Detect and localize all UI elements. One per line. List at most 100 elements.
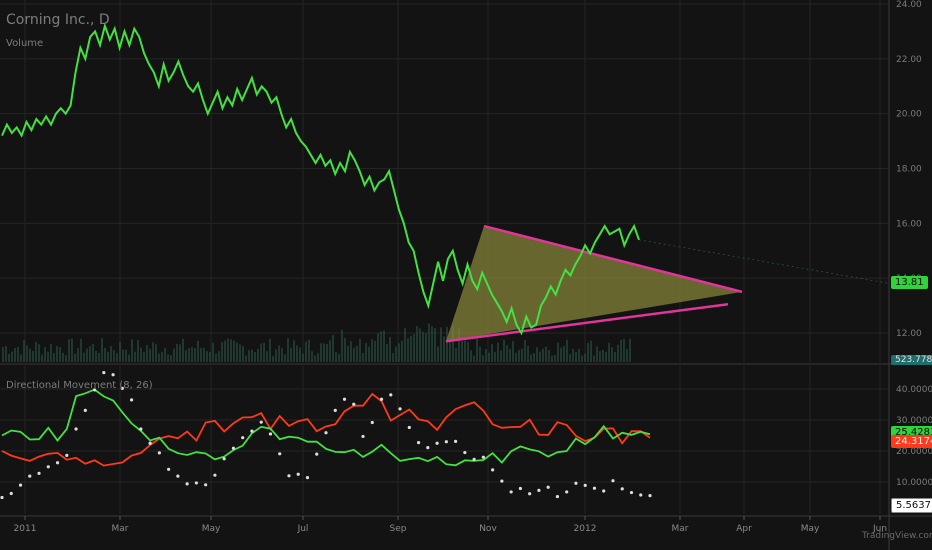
adx-point bbox=[379, 397, 384, 401]
volume-bar bbox=[116, 353, 118, 362]
volume-badge: 523.778K bbox=[891, 355, 932, 365]
adx-point bbox=[259, 420, 263, 424]
volume-bar bbox=[131, 339, 133, 362]
adx-point bbox=[555, 494, 560, 499]
volume-bar bbox=[317, 353, 319, 362]
volume-bar bbox=[521, 348, 523, 362]
volume-bar bbox=[542, 348, 544, 362]
adx-point bbox=[28, 474, 32, 478]
volume-bar bbox=[347, 346, 349, 362]
volume-bar bbox=[59, 347, 61, 362]
volume-bar bbox=[548, 350, 550, 362]
y-tick-label-main: 12.00 bbox=[896, 329, 922, 339]
adx-point bbox=[315, 452, 319, 456]
volume-bar bbox=[599, 350, 601, 362]
adx-point bbox=[611, 479, 615, 483]
volume-bar bbox=[257, 348, 259, 362]
volume-bar bbox=[170, 355, 172, 362]
adx-point bbox=[509, 490, 513, 494]
volume-bar bbox=[227, 338, 229, 362]
volume-bar bbox=[86, 348, 88, 362]
volume-bar bbox=[41, 354, 43, 362]
y-tick-label-main: 18.00 bbox=[896, 165, 922, 175]
volume-bar bbox=[185, 350, 187, 362]
volume-bar bbox=[56, 345, 58, 362]
volume-bar bbox=[260, 343, 262, 362]
adx-point bbox=[546, 485, 550, 489]
y-tick-label-main: 20.00 bbox=[896, 110, 922, 120]
volume-bar bbox=[17, 346, 19, 362]
volume-bar bbox=[74, 353, 76, 362]
volume-bar bbox=[530, 354, 532, 362]
volume-bar bbox=[461, 341, 463, 362]
volume-bar bbox=[518, 349, 520, 362]
y-tick-label-main: 22.00 bbox=[896, 55, 922, 65]
volume-bar bbox=[557, 342, 559, 362]
volume-bar bbox=[245, 355, 247, 362]
adx-point bbox=[46, 465, 50, 469]
volume-bar bbox=[527, 345, 529, 362]
volume-bar bbox=[590, 340, 592, 362]
volume-bar bbox=[251, 349, 253, 362]
volume-bar bbox=[38, 344, 40, 362]
y-tick-label-ind: 30.0000 bbox=[896, 416, 932, 426]
adx-point bbox=[222, 457, 226, 461]
adx-point bbox=[278, 452, 282, 456]
y-tick-label-main: 16.00 bbox=[896, 219, 922, 229]
adx-point bbox=[102, 370, 106, 375]
volume-bar bbox=[356, 345, 358, 362]
x-tick-label: Nov bbox=[479, 524, 497, 534]
volume-bar bbox=[398, 343, 400, 362]
adx-point bbox=[620, 487, 624, 491]
adx-point bbox=[324, 431, 328, 435]
volume-bar bbox=[323, 343, 325, 362]
adx-point bbox=[18, 483, 23, 487]
volume-bar bbox=[563, 346, 565, 362]
volume-bar bbox=[158, 353, 160, 362]
volume-bar bbox=[293, 340, 295, 362]
adx-point bbox=[370, 420, 374, 425]
volume-bar bbox=[314, 355, 316, 362]
volume-bar bbox=[110, 346, 112, 362]
volume-bar bbox=[482, 355, 484, 362]
volume-bar bbox=[68, 339, 70, 362]
volume-bar bbox=[584, 353, 586, 362]
volume-bar bbox=[266, 351, 268, 362]
volume-bar bbox=[77, 348, 79, 362]
volume-bar bbox=[221, 342, 223, 362]
volume-bar bbox=[488, 352, 490, 362]
volume-bar bbox=[146, 345, 148, 362]
adx-point bbox=[204, 483, 208, 487]
volume-bar bbox=[107, 351, 109, 362]
volume-bar bbox=[137, 340, 139, 362]
volume-bar bbox=[332, 335, 334, 362]
adx-point bbox=[565, 490, 569, 494]
adx-point bbox=[9, 491, 13, 496]
volume-bar bbox=[470, 350, 472, 362]
volume-bar bbox=[191, 347, 193, 362]
volume-bar bbox=[515, 352, 517, 362]
volume-bar bbox=[8, 353, 10, 362]
x-tick-label: Mar bbox=[112, 524, 129, 534]
volume-bar bbox=[20, 354, 22, 362]
volume-bar bbox=[440, 327, 442, 362]
volume-bar bbox=[182, 338, 184, 362]
volume-bar bbox=[353, 347, 355, 362]
adx-point bbox=[416, 441, 421, 445]
y-tick-label-main: 24.00 bbox=[896, 0, 922, 10]
adx-point bbox=[444, 440, 448, 444]
volume-bar bbox=[26, 345, 28, 362]
volume-bar bbox=[443, 336, 445, 362]
volume-bar bbox=[254, 352, 256, 362]
volume-bar bbox=[89, 346, 91, 362]
adx-point bbox=[250, 429, 254, 433]
volume-bar bbox=[602, 349, 604, 362]
chart-canvas[interactable]: 24.0022.0020.0018.0016.0014.0012.0040.00… bbox=[0, 0, 932, 550]
volume-bar bbox=[377, 333, 379, 362]
indicator-title: Directional Movement (8, 26) bbox=[6, 380, 153, 391]
volume-bar bbox=[581, 355, 583, 362]
adx-point bbox=[500, 479, 504, 483]
volume-bar bbox=[287, 338, 289, 362]
volume-bar bbox=[620, 340, 622, 362]
volume-bar bbox=[362, 353, 364, 362]
